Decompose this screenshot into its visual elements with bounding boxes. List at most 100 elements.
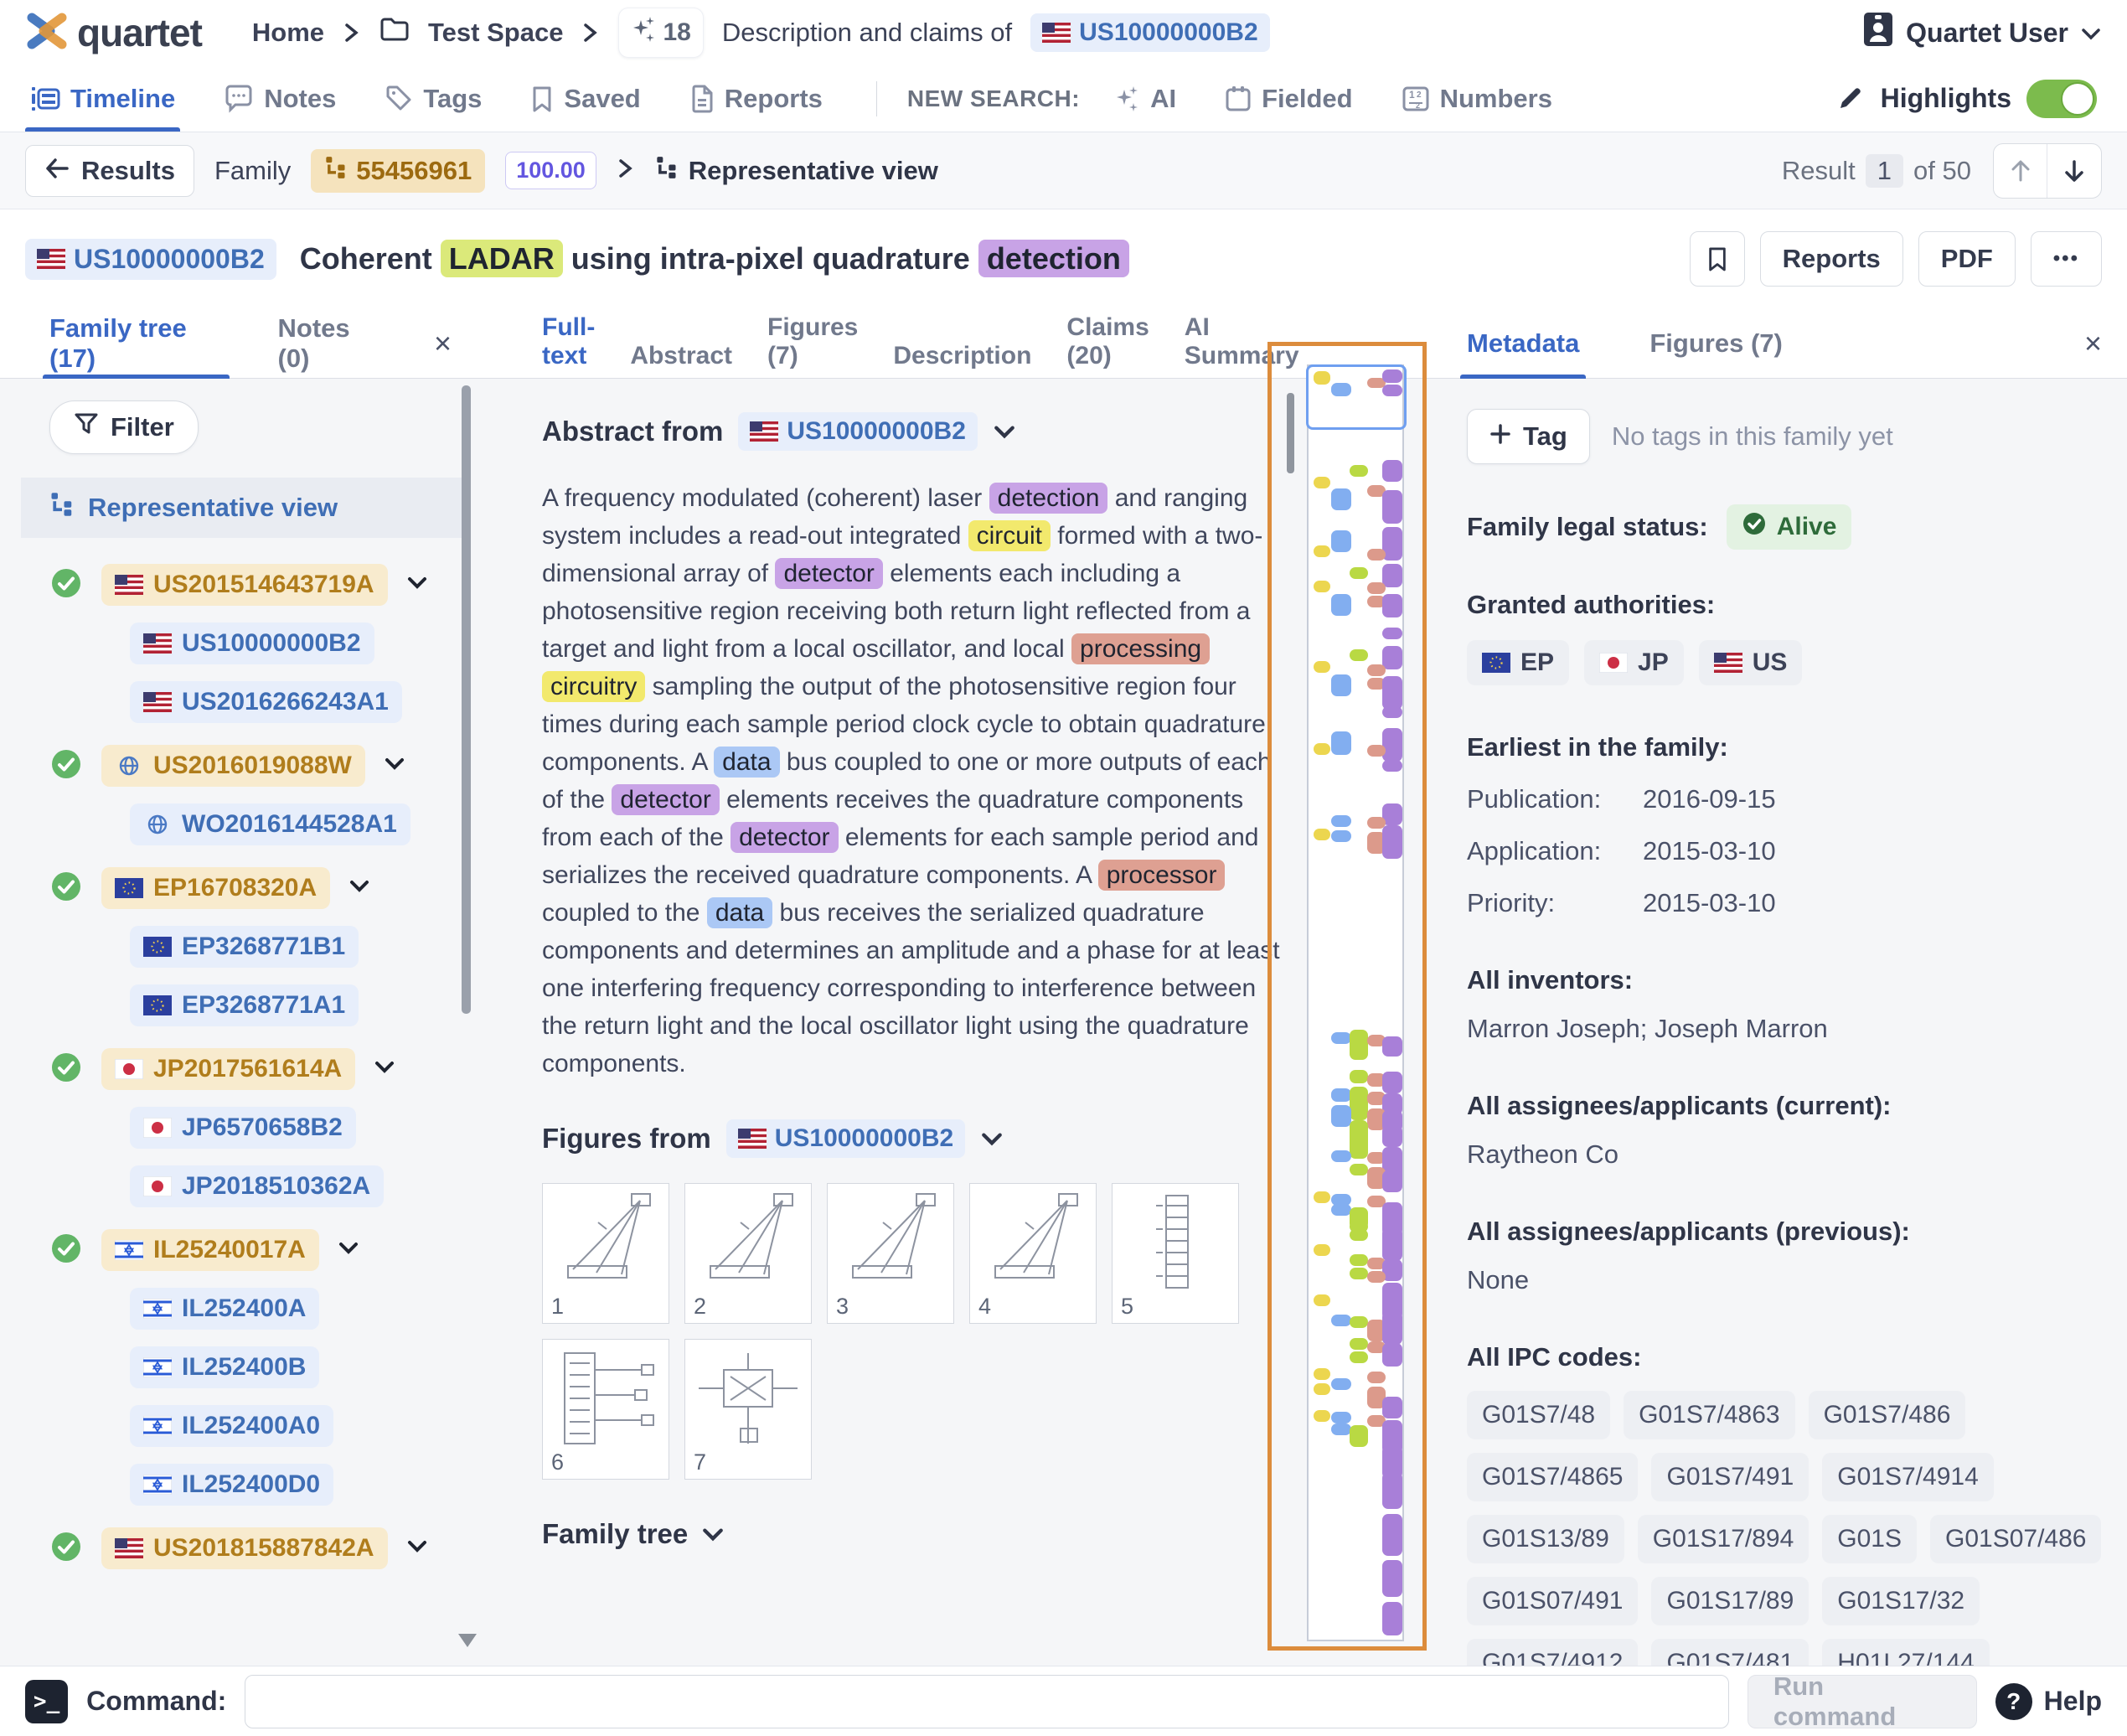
chevron-down-icon[interactable] (406, 1539, 428, 1558)
back-to-results-button[interactable]: Results (25, 145, 194, 197)
ipc-code-chip[interactable]: G01S (1822, 1515, 1917, 1563)
minimap-track[interactable] (1307, 364, 1404, 1641)
filter-button[interactable]: Filter (49, 400, 199, 454)
minimap-scrollbar[interactable] (1287, 393, 1294, 473)
figure-thumbnail[interactable]: 1 (542, 1183, 669, 1324)
figures-source-chip[interactable]: US10000000B2 (726, 1119, 966, 1158)
ipc-code-chip[interactable]: G01S7/4863 (1624, 1391, 1794, 1439)
highlights-toggle[interactable] (2026, 80, 2097, 118)
chevron-down-icon[interactable] (980, 1123, 1004, 1155)
tab-metadata[interactable]: Metadata (1467, 308, 1579, 379)
patent-chip[interactable]: US2016266243A1 (130, 681, 402, 723)
patent-chip[interactable]: JP2018510362A (130, 1165, 384, 1207)
patent-chip[interactable]: IL252400A (130, 1288, 319, 1330)
chevron-down-icon[interactable] (338, 1241, 359, 1260)
patent-chip[interactable]: US201514643719A (101, 564, 388, 606)
tab-figures-right[interactable]: Figures (7) (1649, 308, 1782, 379)
ipc-code-chip[interactable]: G01S7/481 (1651, 1639, 1809, 1666)
search-mode-fielded[interactable]: Fielded (1225, 65, 1353, 132)
ipc-code-chip[interactable]: G01S17/89 (1651, 1577, 1809, 1625)
patent-chip[interactable]: IL252400D0 (130, 1464, 333, 1506)
ipc-code-chip[interactable]: G01S7/4912 (1467, 1639, 1638, 1666)
patent-chip[interactable]: IL25240017A (101, 1229, 319, 1271)
representative-view-row[interactable]: Representative view (21, 478, 463, 538)
chevron-down-icon[interactable] (348, 879, 370, 898)
figure-thumbnail[interactable]: 5 (1112, 1183, 1239, 1324)
pdf-button[interactable]: PDF (1918, 231, 2016, 287)
patent-chip[interactable]: IL252400B (130, 1346, 319, 1388)
patent-chip[interactable]: WO2016144528A1 (130, 803, 410, 845)
ipc-code-chip[interactable]: G01S7/48 (1467, 1391, 1610, 1439)
help-control[interactable]: ? Help (1995, 1683, 2102, 1720)
chevron-down-icon[interactable] (374, 1060, 395, 1079)
figure-thumbnail[interactable]: 6 (542, 1339, 669, 1480)
patent-chip[interactable]: EP3268771B1 (130, 926, 359, 968)
minimap-highlight-mark (1331, 1088, 1351, 1102)
breadcrumb-home[interactable]: Home (252, 18, 324, 48)
run-command-button[interactable]: Run command (1748, 1675, 1977, 1728)
ipc-code-chip[interactable]: G01S17/894 (1638, 1515, 1809, 1563)
patent-chip[interactable]: US10000000B2 (130, 623, 374, 664)
patent-chip[interactable]: IL252400A0 (130, 1405, 333, 1447)
ipc-code-chip[interactable]: G01S13/89 (1467, 1515, 1624, 1563)
highlight-minimap[interactable] (1267, 342, 1427, 1651)
highlights-label: Highlights (1881, 83, 2011, 114)
breadcrumb-space[interactable]: Test Space (428, 18, 563, 48)
ipc-code-chip[interactable]: G01S7/486 (1809, 1391, 1966, 1439)
figure-thumbnail[interactable]: 3 (827, 1183, 954, 1324)
family-id-chip[interactable]: 55456961 (311, 149, 485, 193)
patent-chip[interactable]: US2016019088W (101, 745, 365, 787)
date-value: 2016-09-15 (1643, 784, 1776, 814)
next-result-button[interactable] (2047, 144, 2101, 198)
search-count-badge[interactable]: 18 (618, 8, 703, 58)
patent-chip[interactable]: EP3268771A1 (130, 984, 359, 1026)
patent-chip[interactable]: EP16708320A (101, 867, 330, 909)
tab-notes[interactable]: Notes (224, 65, 336, 132)
ipc-code-chip[interactable]: H01L27/144 (1822, 1639, 1989, 1666)
search-mode-numbers[interactable]: 122 Numbers (1402, 65, 1552, 132)
tab-family-tree[interactable]: Family tree (17) (49, 308, 223, 379)
figure-thumbnail[interactable]: 2 (684, 1183, 812, 1324)
tab-figures[interactable]: Figures (7) (767, 313, 858, 370)
sidebar-scrollbar[interactable] (462, 385, 471, 1014)
tab-saved[interactable]: Saved (530, 65, 640, 132)
ipc-code-chip[interactable]: G01S7/491 (1651, 1453, 1809, 1501)
ipc-code-chip[interactable]: G01S7/4914 (1822, 1453, 1993, 1501)
command-input[interactable] (245, 1675, 1729, 1728)
patent-chip[interactable]: JP6570658B2 (130, 1107, 356, 1149)
reports-button[interactable]: Reports (1760, 231, 1903, 287)
tab-reports[interactable]: Reports (689, 65, 823, 132)
breadcrumb-doc-chip[interactable]: US10000000B2 (1030, 13, 1270, 52)
ipc-code-chip[interactable]: G01S7/4865 (1467, 1453, 1638, 1501)
chevron-down-icon[interactable] (993, 416, 1016, 447)
user-menu[interactable]: Quartet User (1862, 11, 2102, 54)
bookmark-button[interactable] (1690, 231, 1745, 287)
tab-notes-panel[interactable]: Notes (0) (278, 308, 379, 379)
family-tree-section-heading[interactable]: Family tree (542, 1518, 1267, 1550)
quartet-logo[interactable]: quartet (25, 9, 202, 57)
ipc-code-chip[interactable]: G01S17/32 (1822, 1577, 1980, 1625)
tab-claims[interactable]: Claims (20) (1066, 313, 1149, 370)
tab-tags[interactable]: Tags (385, 65, 482, 132)
search-mode-ai[interactable]: AI (1113, 65, 1176, 132)
patent-chip[interactable]: US201815887842A (101, 1527, 388, 1569)
chevron-down-icon[interactable] (406, 576, 428, 595)
tab-abstract[interactable]: Abstract (630, 342, 732, 370)
title-doc-chip[interactable]: US10000000B2 (25, 239, 276, 280)
chevron-down-icon[interactable] (384, 757, 405, 776)
figure-thumbnail[interactable]: 4 (969, 1183, 1097, 1324)
ipc-code-chip[interactable]: G01S07/491 (1467, 1577, 1638, 1625)
close-icon[interactable]: × (2084, 326, 2102, 361)
previous-result-button[interactable] (1994, 144, 2047, 198)
ipc-code-chip[interactable]: G01S07/486 (1930, 1515, 2101, 1563)
patent-chip[interactable]: JP2017561614A (101, 1048, 355, 1090)
more-options-button[interactable]: ••• (2031, 231, 2102, 287)
tab-description[interactable]: Description (893, 342, 1031, 370)
tab-full-text[interactable]: Full-text (542, 313, 595, 370)
add-tag-button[interactable]: Tag (1467, 409, 1590, 464)
scrollbar-down-arrow[interactable] (458, 1634, 477, 1647)
close-icon[interactable]: × (434, 326, 452, 361)
tab-timeline[interactable]: Timeline (30, 65, 175, 132)
figure-thumbnail[interactable]: 7 (684, 1339, 812, 1480)
abstract-source-chip[interactable]: US10000000B2 (738, 412, 978, 451)
